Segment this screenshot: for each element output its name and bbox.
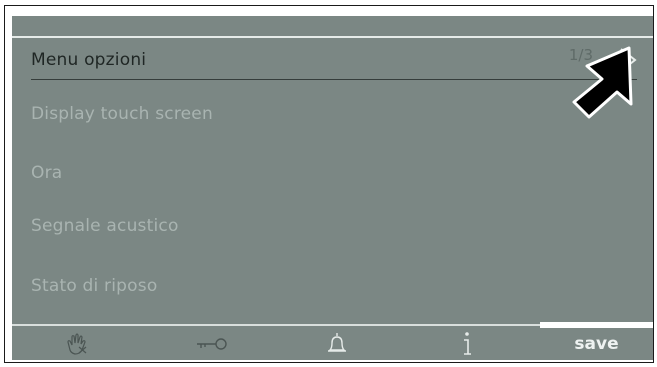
- key-icon: [197, 338, 227, 350]
- info-button[interactable]: [442, 328, 492, 360]
- menu-item-segnale-acustico[interactable]: Segnale acustico: [31, 216, 179, 236]
- bell-icon: [328, 333, 346, 352]
- device-frame: Menu opzioni 1/3 Display touch screen Or…: [4, 5, 654, 363]
- footer-toolbar: save: [12, 328, 653, 360]
- menu-item-display-touch-screen[interactable]: Display touch screen: [31, 104, 213, 124]
- child-lock-button[interactable]: [187, 328, 237, 360]
- hand-touch-icon: [67, 333, 87, 355]
- alarm-button[interactable]: [312, 328, 362, 360]
- footer-divider: [12, 324, 547, 326]
- menu-item-ora[interactable]: Ora: [31, 163, 62, 183]
- display-screen: Menu opzioni 1/3 Display touch screen Or…: [12, 16, 653, 360]
- top-divider: [12, 36, 653, 38]
- pointer-arrow-icon: [572, 46, 633, 119]
- menu-title: Menu opzioni: [31, 50, 147, 70]
- info-icon: [464, 332, 471, 355]
- save-button[interactable]: save: [540, 328, 653, 360]
- menu-item-stato-di-riposo[interactable]: Stato di riposo: [31, 276, 157, 296]
- touch-lock-button[interactable]: [52, 328, 102, 360]
- header-divider: [31, 79, 637, 80]
